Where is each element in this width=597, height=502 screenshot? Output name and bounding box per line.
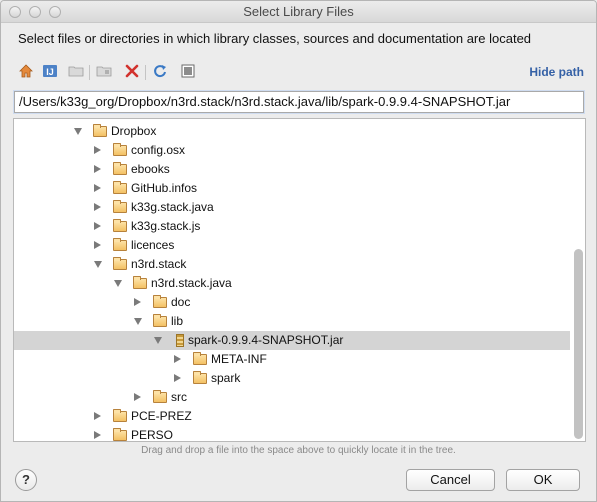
tree-row-label: spark: [211, 371, 241, 385]
cancel-button[interactable]: Cancel: [406, 469, 495, 491]
folder-icon: [113, 257, 127, 270]
folder-icon: [193, 371, 207, 384]
tree-row[interactable]: k33g.stack.js: [14, 217, 570, 236]
collapse-arrow-icon[interactable]: [94, 146, 101, 154]
folder-icon: [113, 181, 127, 194]
title-bar: Select Library Files: [1, 1, 596, 23]
tree-row[interactable]: src: [14, 388, 570, 407]
folder-icon: [113, 428, 127, 441]
tree-row-label: Dropbox: [111, 124, 157, 138]
refresh-icon[interactable]: [151, 63, 169, 81]
folder-icon: [113, 162, 127, 175]
tree-row-label: ebooks: [131, 162, 170, 176]
folder-icon: [153, 390, 167, 403]
collapse-arrow-icon[interactable]: [174, 355, 181, 363]
collapse-arrow-icon[interactable]: [94, 222, 101, 230]
expand-arrow-icon[interactable]: [154, 337, 162, 344]
tree-row[interactable]: spark-0.9.9.4-SNAPSHOT.jar: [14, 331, 570, 350]
expand-arrow-icon[interactable]: [94, 261, 102, 268]
collapse-arrow-icon[interactable]: [134, 298, 141, 306]
folder-icon: [93, 124, 107, 137]
tree-row[interactable]: ebooks: [14, 160, 570, 179]
tree-row[interactable]: PCE-PREZ: [14, 407, 570, 426]
folder-icon: [113, 200, 127, 213]
collapse-arrow-icon[interactable]: [94, 165, 101, 173]
tree-row[interactable]: GitHub.infos: [14, 179, 570, 198]
tree-row-label: GitHub.infos: [131, 181, 198, 195]
expand-arrow-icon[interactable]: [74, 128, 82, 135]
expand-arrow-icon[interactable]: [134, 318, 142, 325]
tree-row[interactable]: config.osx: [14, 141, 570, 160]
tree-row[interactable]: licences: [14, 236, 570, 255]
tree-row[interactable]: lib: [14, 312, 570, 331]
collapse-arrow-icon[interactable]: [94, 184, 101, 192]
folder-icon: [113, 409, 127, 422]
drag-drop-hint: Drag and drop a file into the space abov…: [141, 445, 456, 456]
tree-row[interactable]: PERSO: [14, 426, 570, 442]
folder-icon: [153, 314, 167, 327]
home-icon[interactable]: [17, 63, 35, 81]
show-hidden-icon[interactable]: [179, 63, 197, 81]
delete-icon[interactable]: [123, 63, 141, 81]
tree-row-label: doc: [171, 295, 191, 309]
folder-icon: [113, 143, 127, 156]
folder-icon: [193, 352, 207, 365]
folder-icon: [113, 219, 127, 232]
collapse-arrow-icon[interactable]: [94, 241, 101, 249]
tree-row-label: n3rd.stack: [131, 257, 187, 271]
tree-row-label: spark-0.9.9.4-SNAPSHOT.jar: [188, 333, 344, 347]
tree-row-label: config.osx: [131, 143, 186, 157]
folder-icon: [133, 276, 147, 289]
project-icon[interactable]: IJ: [41, 63, 59, 81]
svg-text:IJ: IJ: [46, 67, 54, 77]
collapse-arrow-icon[interactable]: [94, 203, 101, 211]
path-input[interactable]: /Users/k33g_org/Dropbox/n3rd.stack/n3rd.…: [14, 91, 584, 113]
select-library-files-dialog: Select Library Files Select files or dir…: [0, 0, 597, 502]
collapse-arrow-icon[interactable]: [94, 431, 101, 439]
tree-row-label: k33g.stack.js: [131, 219, 201, 233]
tree-row-label: src: [171, 390, 187, 404]
folder-icon: [113, 238, 127, 251]
tree-row[interactable]: spark: [14, 369, 570, 388]
tree-row-label: lib: [171, 314, 184, 328]
jar-icon: [176, 334, 184, 347]
tree-row-label: PERSO: [131, 428, 174, 442]
new-folder-icon[interactable]: [67, 63, 85, 81]
tree-row[interactable]: Dropbox: [14, 122, 570, 141]
tree-row[interactable]: doc: [14, 293, 570, 312]
tree-row[interactable]: n3rd.stack: [14, 255, 570, 274]
toolbar: IJ: [17, 63, 587, 83]
window-title: Select Library Files: [243, 4, 354, 19]
ok-button[interactable]: OK: [506, 469, 580, 491]
expand-arrow-icon[interactable]: [114, 280, 122, 287]
collapse-arrow-icon[interactable]: [134, 393, 141, 401]
dialog-description: Select files or directories in which lib…: [18, 31, 532, 46]
tree-row-label: META-INF: [211, 352, 267, 366]
toolbar-separator: [145, 65, 146, 80]
tree-scrollbar[interactable]: [574, 249, 583, 439]
tree-row-label: k33g.stack.java: [131, 200, 214, 214]
tree-row-label: PCE-PREZ: [131, 409, 192, 423]
tree-row[interactable]: k33g.stack.java: [14, 198, 570, 217]
tree-row[interactable]: META-INF: [14, 350, 570, 369]
folder-icon: [153, 295, 167, 308]
file-tree[interactable]: Dropbox config.osx ebooks GitHub.infos k33g.…: [13, 118, 586, 442]
collapse-arrow-icon[interactable]: [174, 374, 181, 382]
tree-row-label: licences: [131, 238, 175, 252]
help-button[interactable]: ?: [15, 469, 37, 491]
new-module-folder-icon[interactable]: [95, 63, 113, 81]
tree-row[interactable]: n3rd.stack.java: [14, 274, 570, 293]
toolbar-separator: [89, 65, 90, 80]
collapse-arrow-icon[interactable]: [94, 412, 101, 420]
hide-path-link[interactable]: Hide path: [529, 65, 584, 79]
tree-row-label: n3rd.stack.java: [151, 276, 232, 290]
